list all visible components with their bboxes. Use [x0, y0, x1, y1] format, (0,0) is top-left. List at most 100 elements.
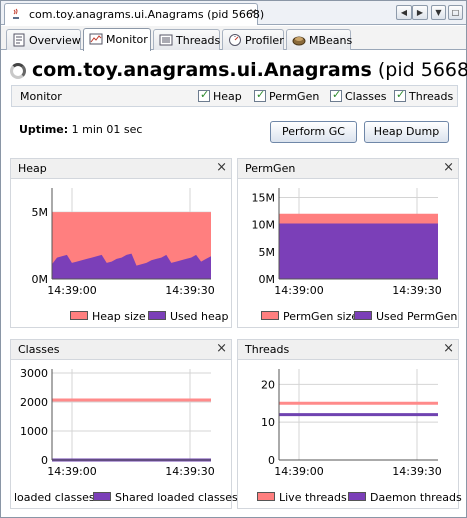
legend-swatch	[257, 492, 275, 501]
legend-label: Daemon threads	[370, 491, 462, 504]
close-icon[interactable]: ×	[216, 160, 227, 175]
threads-panel-title: Threads	[245, 343, 290, 356]
java-app-icon	[13, 8, 19, 19]
tab-threads-label: Threads	[176, 34, 221, 47]
y-tick-label: 15M	[252, 191, 276, 204]
document-tab-strip: com.toy.anagrams.ui.Anagrams (pid 5668) …	[1, 1, 466, 25]
threads-icon	[159, 34, 173, 46]
series-area-1	[279, 223, 438, 279]
x-tick-label: 14:39:00	[47, 284, 96, 297]
heap-checkbox[interactable]: Heap	[198, 88, 242, 103]
legend-item-used-permgen: Used PermGen	[354, 310, 457, 323]
scroll-right-button[interactable]: ▶	[412, 5, 428, 20]
tab-profiler-label: Profiler	[245, 34, 284, 47]
x-tick-label: 14:39:30	[392, 465, 441, 478]
classes-panel-title: Classes	[18, 343, 60, 356]
heap-legend: Heap size Used heap	[11, 309, 231, 325]
tab-threads[interactable]: Threads	[153, 29, 220, 50]
threads-checkbox[interactable]: Threads	[394, 88, 454, 103]
classes-checkbox[interactable]: Classes	[330, 88, 387, 103]
legend-item-used-heap: Used heap	[148, 310, 229, 323]
x-tick-label: 14:39:30	[392, 284, 441, 297]
monitor-options-bar: Monitor Heap PermGen Classes Threads	[11, 85, 458, 107]
y-tick-label: 0M	[32, 273, 49, 286]
tab-mbeans[interactable]: MBeans	[286, 29, 353, 50]
window-list-button[interactable]: ▼	[431, 5, 446, 20]
perform-gc-button[interactable]: Perform GC	[270, 121, 357, 143]
x-tick-label: 14:39:00	[47, 465, 96, 478]
y-tick-label: 2000	[20, 396, 48, 409]
legend-item-daemon-threads: Daemon threads	[348, 491, 462, 504]
legend-label: Shared loaded classes	[115, 491, 238, 504]
classes-legend: loaded classes Shared loaded classes	[11, 490, 238, 506]
uptime-label: Uptime:	[19, 123, 69, 136]
heap-dump-button[interactable]: Heap Dump	[364, 121, 449, 143]
x-tick-label: 14:39:00	[274, 284, 323, 297]
legend-item-shared-loaded-classes: Shared loaded classes	[93, 491, 238, 504]
legend-swatch	[93, 492, 111, 501]
threads-chart: 0102014:39:00 14:39:30	[261, 369, 442, 478]
y-tick-label: 3000	[20, 367, 48, 380]
threads-checkbox-label: Threads	[409, 90, 454, 103]
checkbox-checked-icon	[254, 88, 266, 102]
legend-label: Heap size	[92, 310, 146, 323]
close-icon[interactable]: ×	[249, 7, 257, 18]
y-tick-label: 0M	[259, 273, 276, 286]
y-tick-label: 5M	[32, 206, 49, 219]
legend-item-live-threads: Live threads	[257, 491, 347, 504]
tab-overview-label: Overview	[29, 34, 81, 47]
permgen-chart: 0M 5M 10M 15M 14:39:00 14:39:30	[252, 188, 442, 297]
classes-panel-header: Classes ×	[11, 340, 231, 360]
legend-swatch	[70, 311, 88, 320]
heap-panel-title: Heap	[18, 162, 47, 175]
pid-text: (pid 5668)	[377, 59, 467, 81]
y-tick-label: 1000	[20, 425, 48, 438]
visualvm-window: com.toy.anagrams.ui.Anagrams (pid 5668) …	[0, 0, 467, 518]
tab-overview[interactable]: Overview	[6, 29, 81, 50]
close-icon[interactable]: ×	[216, 341, 227, 356]
document-tab[interactable]: com.toy.anagrams.ui.Anagrams (pid 5668) …	[4, 3, 264, 25]
legend-label: Used heap	[170, 310, 229, 323]
loading-spinner-icon	[10, 63, 26, 79]
heap-panel-header: Heap ×	[11, 159, 231, 179]
monitor-label: Monitor	[20, 90, 62, 103]
tab-monitor[interactable]: Monitor	[83, 28, 151, 51]
legend-label: loaded classes	[14, 491, 95, 504]
y-tick-label: 10	[261, 416, 275, 429]
permgen-panel-header: PermGen ×	[238, 159, 458, 179]
document-tab-title: com.toy.anagrams.ui.Anagrams (pid 5668)	[29, 8, 265, 21]
tab-mbeans-label: MBeans	[309, 34, 353, 47]
page-title: com.toy.anagrams.ui.Anagrams (pid 5668)	[32, 59, 467, 81]
maximize-button[interactable]: □	[448, 5, 463, 20]
checkbox-checked-icon	[394, 88, 406, 102]
heap-checkbox-label: Heap	[213, 90, 242, 103]
profiler-icon	[229, 34, 241, 46]
legend-item-loaded-classes: loaded classes	[14, 491, 95, 504]
legend-label: PermGen size	[283, 310, 359, 323]
uptime-text: Uptime: 1 min 01 sec	[19, 123, 142, 136]
legend-swatch	[354, 311, 372, 320]
threads-legend: Live threads Daemon threads	[238, 490, 462, 506]
threads-panel: Threads × 0 10 20 14:39:00 14:39:30 Live thr…	[237, 339, 462, 509]
legend-swatch	[261, 311, 279, 320]
classes-checkbox-label: Classes	[345, 90, 387, 103]
uptime-value: 1 min 01 sec	[71, 123, 143, 136]
checkbox-checked-icon	[198, 88, 210, 102]
scroll-left-button[interactable]: ◀	[396, 5, 412, 20]
tab-profiler[interactable]: Profiler	[222, 29, 284, 50]
permgen-panel-title: PermGen	[245, 162, 296, 175]
app-name: com.toy.anagrams.ui.Anagrams	[32, 59, 372, 81]
close-icon[interactable]: ×	[443, 341, 454, 356]
y-tick-label: 20	[261, 378, 275, 391]
mbeans-icon	[292, 36, 306, 46]
legend-swatch	[348, 492, 366, 501]
heap-chart: 0M 5M 14:39:00 14:39:30	[32, 188, 215, 297]
heap-panel: Heap × 0M 5M 14:39:00 14:39:30 Heap size Us…	[10, 158, 232, 328]
permgen-checkbox[interactable]: PermGen	[254, 88, 319, 103]
close-icon[interactable]: ×	[443, 160, 454, 175]
y-tick-label: 10M	[252, 219, 276, 232]
permgen-legend: PermGen size Used PermGen	[238, 309, 458, 325]
classes-panel: Classes × 0 1000 2000 3000 14:39:00 14:39:30 …	[10, 339, 238, 509]
view-tabs: Overview Monitor Threads Profiler MBeans	[1, 26, 466, 51]
legend-item-permgen-size: PermGen size	[261, 310, 358, 323]
